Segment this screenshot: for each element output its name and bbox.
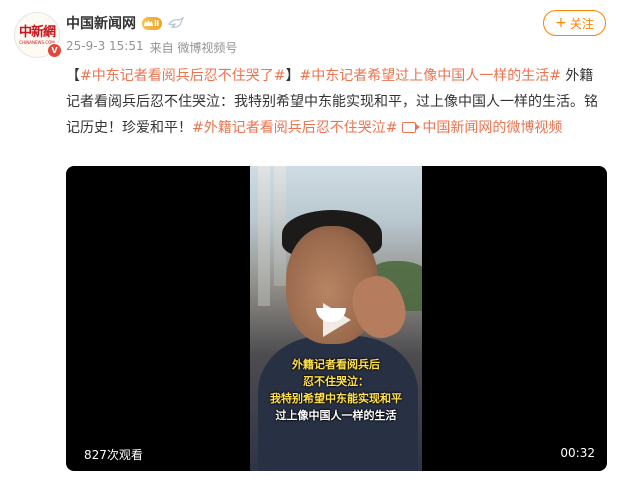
avatar[interactable]: 中新網 CHINANEWS.COM V bbox=[14, 12, 62, 58]
account-header: 中国新闻网 Ⅱ bbox=[66, 13, 185, 33]
video-link-icon bbox=[401, 122, 420, 133]
dove-icon[interactable] bbox=[168, 17, 185, 29]
video-caption-line: 我特别希望中东能实现和平 bbox=[270, 392, 402, 405]
avatar-logo: 中新網 bbox=[18, 24, 56, 40]
hashtag-link[interactable]: #中东记者希望过上像中国人一样的生活# bbox=[299, 68, 560, 84]
view-count: 827次观看 bbox=[84, 448, 143, 462]
bracket-close: 】 bbox=[285, 68, 300, 84]
verified-badge-icon: V bbox=[47, 43, 62, 58]
account-name[interactable]: 中国新闻网 bbox=[66, 13, 136, 33]
video-caption-line: 过上像中国人一样的生活 bbox=[275, 409, 397, 422]
crown-badge-icon[interactable]: Ⅱ bbox=[142, 16, 163, 30]
play-icon[interactable] bbox=[318, 301, 356, 339]
post-text: 【#中东记者看阅兵后忍不住哭了#】#中东记者希望过上像中国人一样的生活# 外籍记… bbox=[66, 63, 606, 141]
post-source[interactable]: 来自 微博视频号 bbox=[150, 39, 238, 56]
video-caption-line: 忍不住哭泣： bbox=[303, 375, 369, 388]
hashtag-link[interactable]: #外籍记者看阅兵后忍不住哭泣# bbox=[192, 120, 397, 136]
video-duration: 00:32 bbox=[560, 446, 595, 460]
follow-button[interactable]: + 关注 bbox=[543, 10, 606, 36]
post-time[interactable]: 25-9-3 15:51 bbox=[66, 39, 144, 56]
video-player[interactable]: 外籍记者看阅兵后 忍不住哭泣： 我特别希望中东能实现和平 过上像中国人一样的生活… bbox=[66, 166, 607, 471]
video-caption-line: 外籍记者看阅兵后 bbox=[292, 358, 380, 371]
video-source-link[interactable]: 中国新闻网的微博视频 bbox=[401, 120, 563, 136]
bracket-open: 【 bbox=[66, 68, 80, 84]
post-meta: 25-9-3 15:51 来自 微博视频号 bbox=[66, 39, 237, 56]
follow-label: 关注 bbox=[569, 16, 594, 31]
hashtag-link[interactable]: #中东记者看阅兵后忍不住哭了# bbox=[80, 68, 285, 84]
background-pillar bbox=[258, 166, 270, 306]
plus-icon: + bbox=[555, 15, 567, 31]
member-level: Ⅱ bbox=[154, 18, 160, 28]
video-source-label: 中国新闻网的微博视频 bbox=[422, 120, 563, 136]
